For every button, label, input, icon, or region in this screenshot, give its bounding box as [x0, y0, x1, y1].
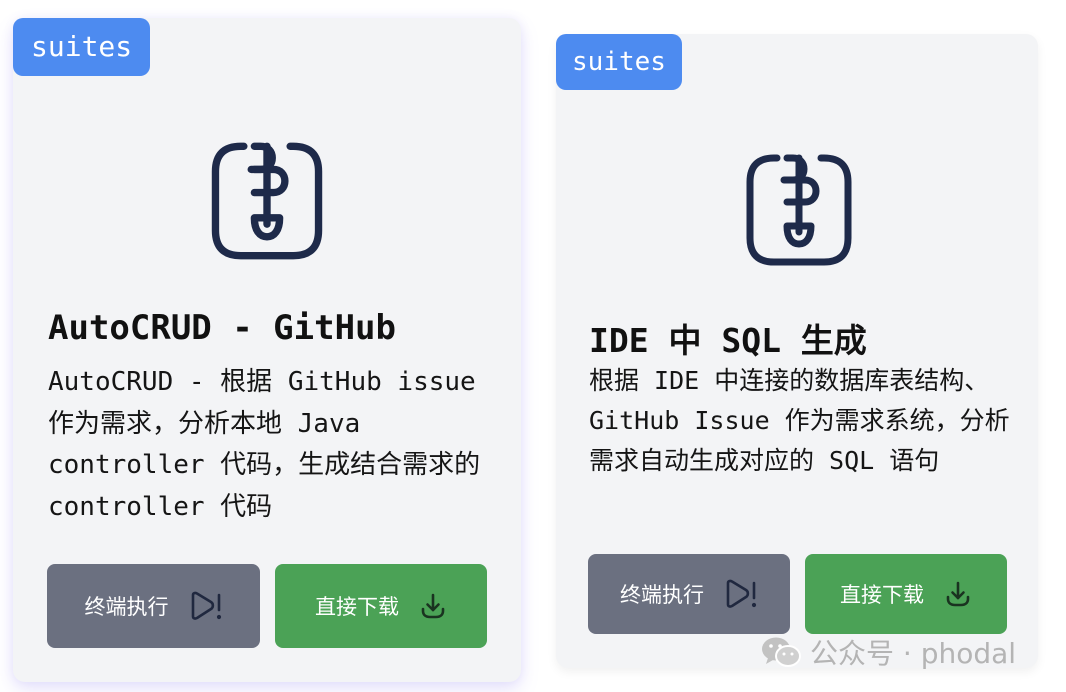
direct-download-button[interactable]: 直接下载: [805, 554, 1007, 634]
zip-archive-icon: [211, 142, 323, 260]
terminal-run-icon: [726, 579, 757, 608]
suite-tag: suites: [13, 18, 151, 76]
card-description: 根据 IDE 中连接的数据库表结构、GitHub Issue 作为需求系统，分析…: [589, 366, 1010, 475]
direct-download-button[interactable]: 直接下载: [275, 564, 487, 648]
suite-card: suites AutoCRUD - GitHub AutoCRUD - 根据 G…: [13, 18, 521, 682]
run-button-label: 终端执行: [84, 595, 169, 619]
run-in-terminal-button[interactable]: 终端执行: [588, 554, 790, 634]
wechat-icon: [762, 637, 801, 667]
download-icon: [946, 581, 970, 607]
download-button-label: 直接下载: [840, 583, 924, 607]
card-title: IDE 中 SQL 生成: [589, 321, 867, 360]
suite-tag: suites: [556, 34, 682, 90]
watermark: 公众号 · phodal: [760, 632, 1016, 672]
card-title: AutoCRUD - GitHub: [48, 308, 396, 348]
card-description: AutoCRUD - 根据 GitHub issue 作为需求，分析本地 Jav…: [48, 367, 481, 522]
download-button-label: 直接下载: [315, 595, 399, 619]
suite-card: suites IDE 中 SQL 生成 根据 IDE 中连接的数据库表结构、Gi…: [556, 34, 1038, 668]
watermark-text: 公众号 · phodal: [810, 637, 1017, 670]
download-icon: [421, 593, 445, 619]
zip-archive-icon: [746, 154, 852, 266]
terminal-run-icon: [191, 591, 221, 620]
run-button-label: 终端执行: [620, 583, 704, 607]
run-in-terminal-button[interactable]: 终端执行: [47, 564, 260, 648]
